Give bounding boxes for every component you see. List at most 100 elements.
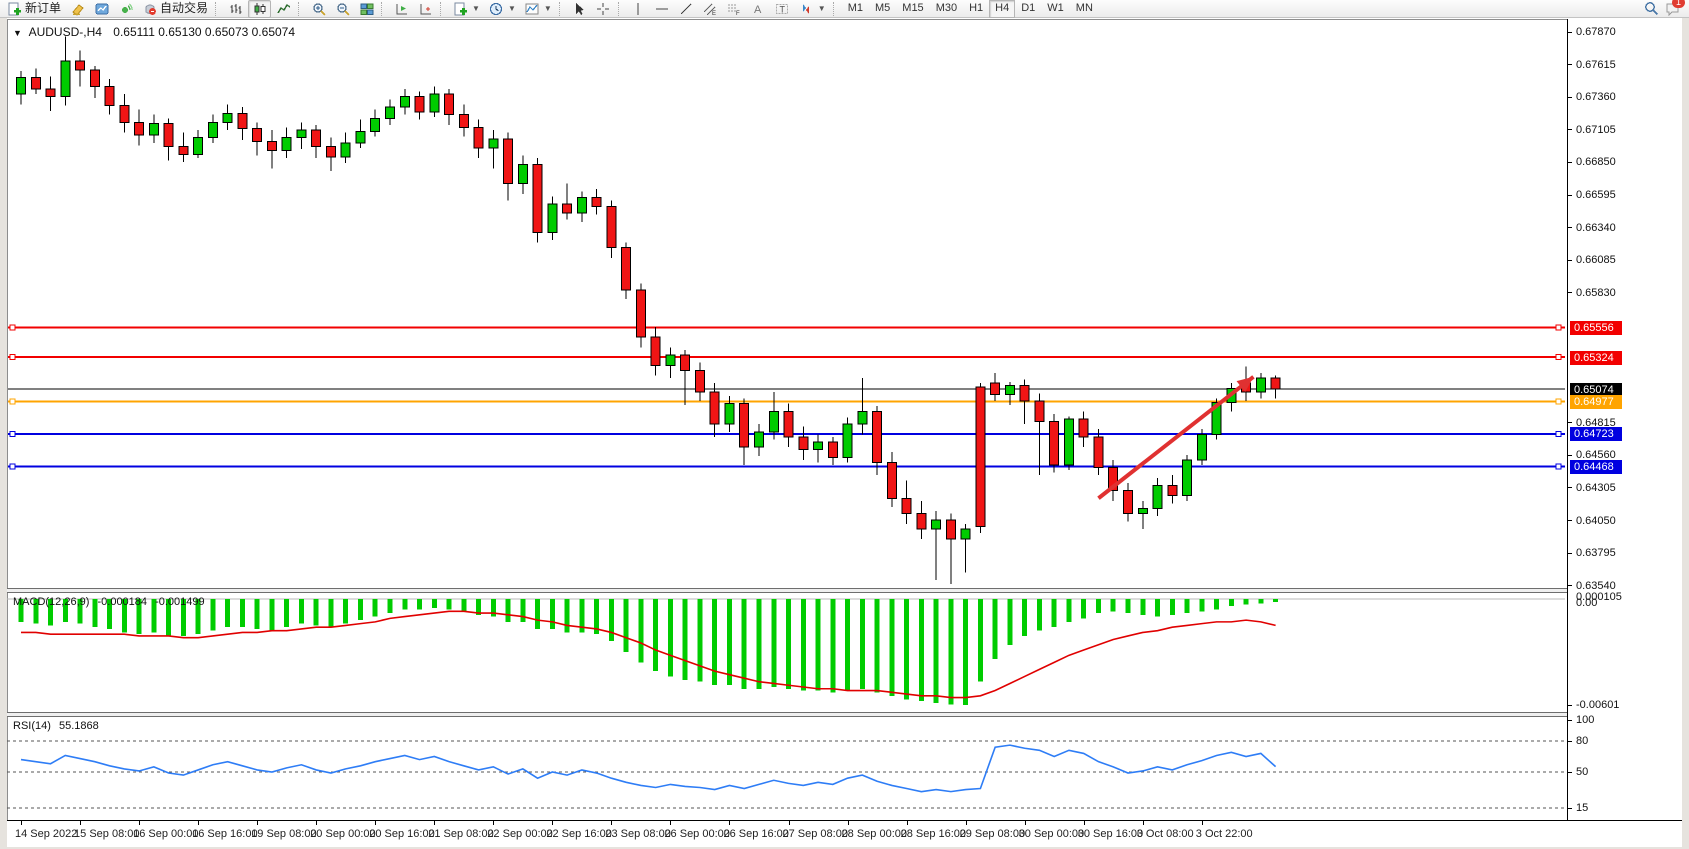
timeframe-button-W1[interactable]: W1 xyxy=(1041,0,1070,18)
timeframe-button-H4[interactable]: H4 xyxy=(989,0,1015,18)
candlestick xyxy=(740,399,749,465)
new-order-label: 新订单 xyxy=(25,1,61,16)
main-price-chart[interactable] xyxy=(7,19,1567,588)
zoom-out-button[interactable] xyxy=(331,0,354,18)
horizontal-line-0.64468[interactable] xyxy=(8,464,1565,469)
publish-button[interactable] xyxy=(90,0,113,18)
candlestick xyxy=(238,107,247,140)
timeframe-button-M5[interactable]: M5 xyxy=(869,0,896,18)
candlestick-chart-icon xyxy=(252,1,267,16)
candlestick xyxy=(445,89,454,125)
candlestick xyxy=(76,51,85,87)
macd-signal-line xyxy=(21,611,1276,697)
price-tick-label: 0.67615 xyxy=(1576,59,1616,71)
candlestick xyxy=(563,184,572,220)
vertical-line-button[interactable] xyxy=(627,0,650,18)
search-icon[interactable] xyxy=(1644,1,1659,16)
timeframe-button-D1[interactable]: D1 xyxy=(1015,0,1041,18)
line-chart-icon xyxy=(276,1,291,16)
time-tick-mark xyxy=(611,821,612,825)
candlestick xyxy=(932,511,941,580)
candlestick-chart-button[interactable] xyxy=(248,0,271,18)
chart-shift-button[interactable] xyxy=(414,0,437,18)
horizontal-line-0.65324[interactable] xyxy=(8,355,1565,360)
equidistant-channel-button[interactable]: E xyxy=(699,0,722,18)
rsi-panel[interactable] xyxy=(7,717,1567,820)
line-chart-button[interactable] xyxy=(272,0,295,18)
candlestick xyxy=(828,437,837,465)
trend-arrow[interactable] xyxy=(1098,377,1253,498)
candlestick xyxy=(1079,411,1088,447)
zoom-in-button[interactable] xyxy=(307,0,330,18)
new-order-button[interactable]: 新订单 xyxy=(3,0,65,18)
separator xyxy=(381,2,387,16)
time-axis[interactable]: 14 Sep 202215 Sep 08:0016 Sep 00:0016 Se… xyxy=(7,820,1682,847)
macd-name: MACD(12,26,9) xyxy=(13,596,89,608)
timeframe-button-M30[interactable]: M30 xyxy=(930,0,963,18)
timeframe-button-MN[interactable]: MN xyxy=(1070,0,1099,18)
cursor-icon xyxy=(572,1,587,16)
candlestick xyxy=(194,130,203,158)
candlestick xyxy=(90,66,99,98)
time-axis-label: 26 Sep 00:00 xyxy=(664,828,729,840)
price-tick-label: 0.64305 xyxy=(1576,482,1616,494)
price-tick-label: 0.66085 xyxy=(1576,254,1616,266)
timeframe-button-M15[interactable]: M15 xyxy=(896,0,929,18)
candlestick xyxy=(1153,478,1162,516)
timeframe-button-M1[interactable]: M1 xyxy=(842,0,869,18)
time-axis-label: 22 Sep 00:00 xyxy=(487,828,552,840)
time-tick-mark xyxy=(670,821,671,825)
separator xyxy=(440,2,446,16)
rsi-line xyxy=(21,745,1276,791)
periods-button[interactable]: ▼ xyxy=(485,0,520,18)
horizontal-line-0.65556[interactable] xyxy=(8,325,1565,330)
bar-chart-button[interactable] xyxy=(224,0,247,18)
candlestick xyxy=(253,122,262,155)
price-tick-mark xyxy=(1568,808,1572,809)
rsi-name: RSI(14) xyxy=(13,720,51,732)
text-label-icon: T xyxy=(775,1,790,16)
indicators-icon xyxy=(453,1,468,16)
window-frame-left xyxy=(0,18,7,849)
text-button[interactable]: A xyxy=(747,0,770,18)
cursor-button[interactable] xyxy=(568,0,591,18)
collapse-triangle-icon[interactable]: ▼ xyxy=(13,28,22,38)
signals-button[interactable] xyxy=(114,0,137,18)
price-tick-mark xyxy=(1568,720,1572,721)
candlestick xyxy=(223,104,232,130)
time-axis-label: 28 Sep 16:00 xyxy=(901,828,966,840)
horizontal-line-0.64977[interactable] xyxy=(8,399,1565,404)
price-tick-mark xyxy=(1568,227,1572,228)
horizontal-line-button[interactable] xyxy=(651,0,674,18)
crosshair-button[interactable] xyxy=(592,0,615,18)
macd-panel[interactable] xyxy=(7,593,1567,712)
tile-windows-button[interactable] xyxy=(355,0,378,18)
price-line-badge: 0.64977 xyxy=(1570,395,1622,409)
time-tick-mark xyxy=(552,821,553,825)
candlestick xyxy=(282,127,291,158)
notifications-icon[interactable]: 1 xyxy=(1665,1,1680,16)
time-tick-mark xyxy=(316,821,317,825)
autotrade-button[interactable]: 自动交易 xyxy=(138,0,212,18)
timeframe-toolbar: M1M5M15M30H1H4D1W1MN xyxy=(842,0,1099,18)
templates-button[interactable]: ▼ xyxy=(521,0,556,18)
price-tick-mark xyxy=(1568,64,1572,65)
timeframe-button-H1[interactable]: H1 xyxy=(963,0,989,18)
text-label-button[interactable]: T xyxy=(771,0,794,18)
auto-scroll-button[interactable] xyxy=(390,0,413,18)
price-tick-mark xyxy=(1568,422,1572,423)
time-tick-mark xyxy=(493,821,494,825)
candlestick xyxy=(1094,429,1103,475)
candlestick xyxy=(710,383,719,437)
price-axis[interactable]: 0.678700.676150.673600.671050.668500.665… xyxy=(1567,19,1682,820)
arrows-button[interactable]: ▼ xyxy=(795,0,830,18)
macd-signal-value: -0.001499 xyxy=(155,596,205,608)
time-axis-label: 30 Sep 16:00 xyxy=(1078,828,1143,840)
indicators-button[interactable]: ▼ xyxy=(449,0,484,18)
trendline-button[interactable] xyxy=(675,0,698,18)
time-tick-mark xyxy=(848,821,849,825)
quotes-button[interactable] xyxy=(66,0,89,18)
candlestick xyxy=(636,283,645,347)
fibonacci-button[interactable]: F xyxy=(723,0,746,18)
time-axis-label: 21 Sep 08:00 xyxy=(428,828,493,840)
